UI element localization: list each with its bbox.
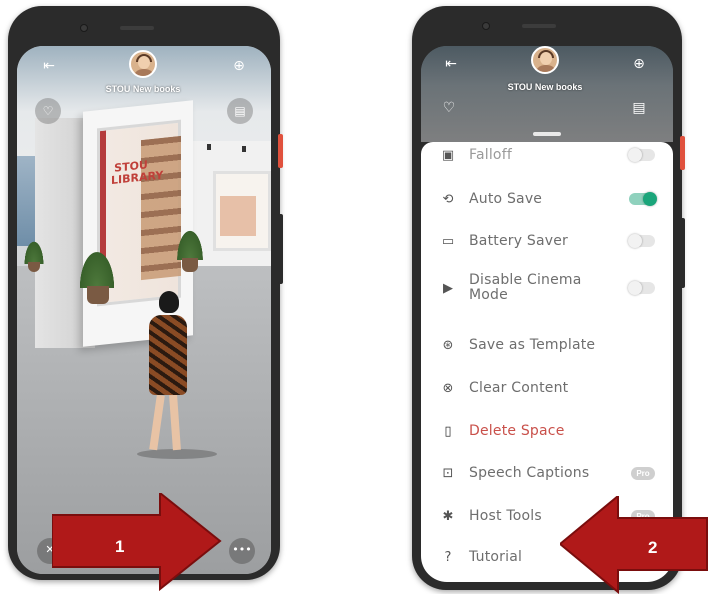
speaker-icon: ▣ bbox=[441, 147, 455, 163]
pro-badge: Pro bbox=[631, 466, 655, 480]
battery-icon: ▭ bbox=[441, 233, 455, 249]
arrow-1-label: 1 bbox=[115, 537, 125, 556]
heart-icon[interactable]: ♡ bbox=[35, 98, 61, 124]
menu-item-label: Speech Captions bbox=[469, 464, 590, 481]
menu-item-label: Disable Cinema Mode bbox=[469, 273, 629, 303]
ceiling-lamp bbox=[242, 146, 246, 152]
ceiling-lamp bbox=[207, 144, 211, 150]
cinema-mode-toggle[interactable] bbox=[628, 281, 655, 295]
arrow-1-shape bbox=[52, 493, 222, 592]
add-person-icon[interactable]: ⊕ bbox=[227, 54, 251, 78]
power-button bbox=[278, 134, 283, 168]
front-camera bbox=[482, 22, 490, 30]
avatar[interactable] bbox=[531, 46, 559, 74]
menu-item-label: Clear Content bbox=[469, 379, 569, 396]
more-dots-icon[interactable]: ••• bbox=[229, 538, 255, 564]
trash-icon: ▯ bbox=[444, 423, 452, 439]
space-title: STOU New books bbox=[507, 82, 583, 92]
power-button bbox=[680, 136, 685, 170]
menu-item-clear-content[interactable]: ⊗ Clear Content bbox=[437, 369, 659, 407]
add-person-icon[interactable]: ⊕ bbox=[627, 52, 651, 76]
heart-icon[interactable]: ♡ bbox=[437, 96, 461, 120]
exit-icon[interactable]: ⇤ bbox=[439, 52, 463, 76]
menu-item-delete-space[interactable]: ▯ Delete Space bbox=[437, 412, 659, 450]
menu-item-label-line: Mode bbox=[469, 287, 508, 303]
menu-item-save-as-template[interactable]: ⊛ Save as Template bbox=[437, 326, 659, 364]
auto-save-toggle[interactable] bbox=[629, 192, 657, 206]
chat-icon[interactable]: ▤ bbox=[627, 96, 651, 120]
space-title: STOU New books bbox=[105, 84, 181, 94]
auto-save-icon: ⟲ bbox=[442, 191, 454, 207]
tutorial-figure: STOU LIBRARY ⇤ STOU New books ⊕ ♡ ▤ ✕ ••… bbox=[0, 0, 709, 594]
user-avatar-3d bbox=[137, 291, 217, 461]
template-icon: ⊛ bbox=[442, 337, 454, 353]
avatar[interactable] bbox=[129, 50, 157, 78]
menu-item-label: Delete Space bbox=[469, 422, 565, 439]
wall-picture-art bbox=[220, 196, 256, 236]
arrow-2-shape bbox=[560, 496, 708, 594]
captions-icon: ⊡ bbox=[442, 465, 454, 481]
help-icon: ? bbox=[444, 549, 452, 565]
spatial-audio-toggle[interactable] bbox=[628, 148, 655, 162]
menu-item-label: Battery Saver bbox=[469, 232, 568, 249]
battery-saver-toggle[interactable] bbox=[628, 234, 655, 248]
menu-item-spatial-audio-falloff[interactable]: ▣ Falloff bbox=[437, 136, 659, 174]
clear-icon: ⊗ bbox=[442, 380, 454, 396]
menu-item-disable-cinema-mode[interactable]: ▶ Disable Cinema Mode bbox=[437, 266, 659, 310]
volume-button bbox=[278, 214, 283, 284]
menu-item-label-line: Disable Cinema bbox=[469, 272, 582, 288]
play-icon: ▶ bbox=[443, 280, 453, 296]
poster-text: STOU LIBRARY bbox=[111, 158, 164, 188]
menu-item-battery-saver[interactable]: ▭ Battery Saver bbox=[437, 222, 659, 260]
front-camera bbox=[80, 24, 88, 32]
menu-item-label: Auto Save bbox=[469, 190, 543, 207]
menu-item-label: Falloff bbox=[469, 146, 512, 163]
host-tools-icon: ✱ bbox=[442, 508, 454, 524]
volume-button bbox=[680, 218, 685, 288]
exit-icon[interactable]: ⇤ bbox=[37, 54, 61, 78]
menu-item-speech-captions[interactable]: ⊡ Speech Captions Pro bbox=[437, 454, 659, 492]
chat-icon[interactable]: ▤ bbox=[227, 98, 253, 124]
earpiece-speaker bbox=[522, 24, 556, 28]
arrow-2-label: 2 bbox=[648, 538, 658, 557]
menu-item-auto-save[interactable]: ⟲ Auto Save bbox=[437, 180, 659, 218]
menu-item-label: Save as Template bbox=[469, 336, 596, 353]
callout-arrow-1 bbox=[52, 493, 222, 592]
callout-arrow-2 bbox=[560, 496, 708, 594]
earpiece-speaker bbox=[120, 26, 154, 30]
